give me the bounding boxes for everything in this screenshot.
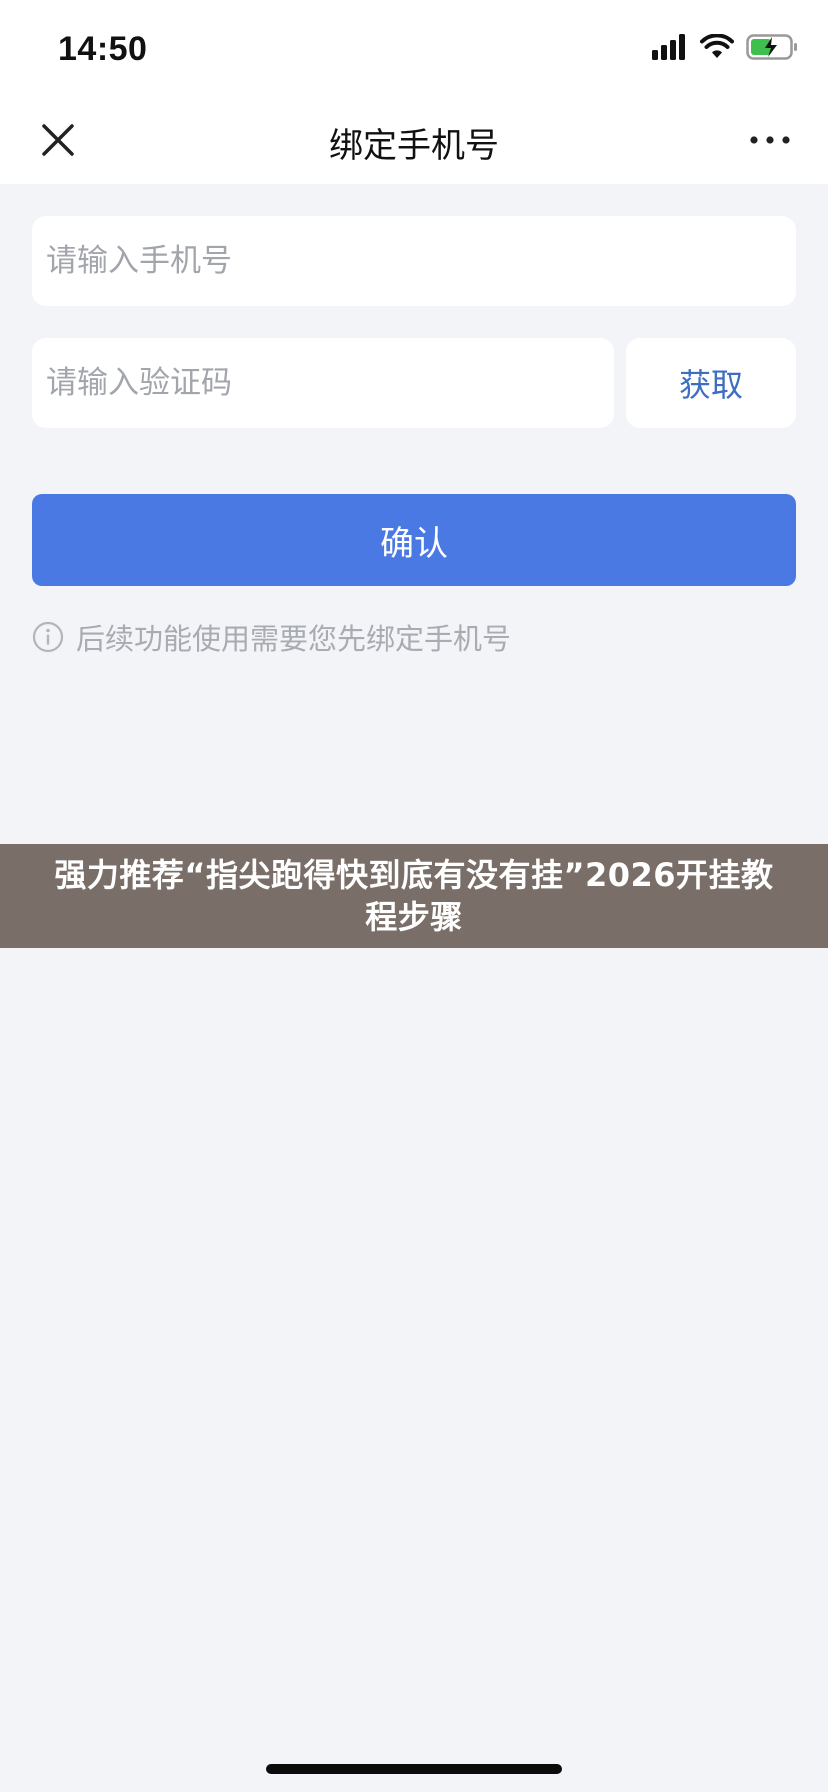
phone-field (32, 216, 796, 306)
confirm-button[interactable]: 确认 (32, 494, 796, 586)
wifi-icon (700, 34, 734, 58)
signal-bars-icon (652, 34, 685, 60)
hint-text: 后续功能使用需要您先绑定手机号 (76, 622, 512, 656)
page-title: 绑定手机号 (329, 126, 499, 166)
battery-charging-icon (746, 34, 797, 60)
more-dots-icon[interactable] (748, 132, 792, 148)
nav-bar: 绑定手机号 (0, 96, 828, 184)
status-time: 14:50 (58, 30, 148, 68)
status-bar: 14:50 (0, 0, 828, 96)
verification-code-input[interactable] (32, 338, 614, 428)
get-code-button[interactable]: 获取 (626, 338, 796, 428)
home-indicator[interactable] (266, 1764, 562, 1774)
status-icons (652, 34, 798, 60)
hint-row: 后续功能使用需要您先绑定手机号 (32, 616, 511, 658)
code-field (32, 338, 614, 428)
overlay-banner: 强力推荐“指尖跑得快到底有没有挂”2026开挂教程步骤 (0, 844, 828, 948)
info-circle-icon (32, 621, 64, 653)
overlay-banner-text: 强力推荐“指尖跑得快到底有没有挂”2026开挂教程步骤 (54, 856, 774, 936)
phone-input[interactable] (32, 216, 796, 306)
